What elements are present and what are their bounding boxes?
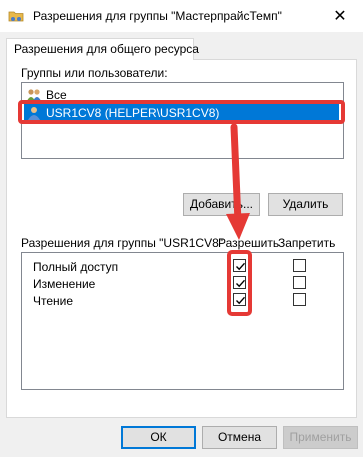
title-bar: Разрешения для группы "МастерпрайсТемп" … — [0, 0, 363, 32]
highlight-allow-annotation — [227, 250, 252, 316]
folder-share-icon — [8, 8, 24, 24]
deny-read-checkbox[interactable] — [293, 293, 306, 306]
apply-button[interactable]: Применить — [283, 426, 358, 449]
ok-button[interactable]: ОК — [121, 426, 196, 449]
close-button[interactable]: ✕ — [317, 0, 363, 32]
groups-label: Группы или пользователи: — [21, 66, 168, 80]
highlight-user-annotation — [18, 100, 345, 124]
perm-row-read: Чтение — [33, 294, 74, 308]
deny-header: Запретить — [278, 236, 336, 250]
tab-share-permissions[interactable]: Разрешения для общего ресурса — [6, 38, 199, 60]
window-title: Разрешения для группы "МастерпрайсТемп" — [33, 9, 282, 23]
cancel-button[interactable]: Отмена — [202, 426, 277, 449]
add-button[interactable]: Добавить... — [183, 193, 260, 216]
deny-full-control-checkbox[interactable] — [293, 259, 306, 272]
permissions-list: Полный доступ Изменение Чтение — [21, 252, 344, 390]
permissions-label: Разрешения для группы "USR1CV8" — [21, 236, 224, 250]
allow-header: Разрешить — [218, 236, 280, 250]
deny-change-checkbox[interactable] — [293, 276, 306, 289]
perm-row-full-control: Полный доступ — [33, 260, 119, 274]
perm-row-change: Изменение — [33, 277, 96, 291]
remove-button[interactable]: Удалить — [268, 193, 343, 216]
